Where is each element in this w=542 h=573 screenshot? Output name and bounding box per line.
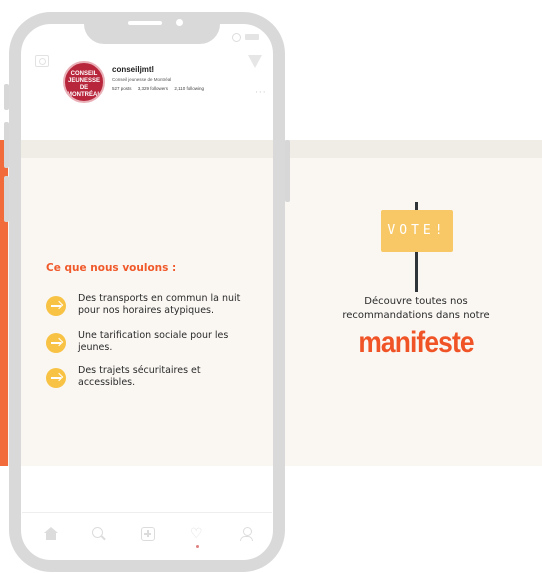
speaker-grille: [128, 21, 162, 25]
posts-count[interactable]: 527 posts: [112, 86, 132, 91]
front-camera: [176, 19, 183, 26]
phone-notch: [84, 12, 220, 44]
chevron-down-icon[interactable]: ⌄: [150, 66, 155, 73]
list-item: Des trajets sécuritaires et accessibles.: [46, 365, 258, 393]
notification-dot: [196, 545, 199, 548]
tab-bar-divider: [22, 512, 272, 513]
arrow-right-icon: [46, 296, 66, 316]
camera-icon[interactable]: [35, 55, 49, 67]
profile-stats: 527 posts 3,329 followers 2,110 followin…: [112, 86, 209, 91]
followers-count[interactable]: 3,329 followers: [138, 86, 168, 91]
list-item-text: Des transports en commun la nuit pour no…: [78, 293, 241, 316]
heart-icon[interactable]: ♡: [190, 527, 204, 541]
arrow-right-icon: [46, 368, 66, 388]
add-post-icon[interactable]: [141, 527, 155, 541]
profile-body: [240, 536, 253, 541]
vote-sign: VOTE!: [381, 210, 453, 252]
list-item: Une tarification sociale pour les jeunes…: [46, 330, 258, 358]
avatar-logo-text: CONSEIL JEUNESSE DE MONTRÉAL: [67, 71, 101, 98]
vote-sign-text: VOTE!: [387, 223, 447, 238]
username[interactable]: conseiljmtl: [112, 65, 154, 74]
section-title: Ce que nous voulons :: [46, 262, 177, 274]
home-base: [46, 533, 56, 540]
more-icon[interactable]: ···: [255, 88, 267, 98]
send-icon[interactable]: [248, 55, 262, 68]
profile-head: [243, 527, 252, 536]
battery-icon: [245, 34, 259, 40]
cta-text: Découvre toutes nos recommandations dans…: [342, 296, 490, 321]
home-icon[interactable]: [44, 527, 58, 541]
phone-button-power: [285, 140, 290, 202]
status-bar: [232, 33, 262, 42]
list-item-text: Des trajets sécuritaires et accessibles.: [78, 365, 201, 388]
list-item-text: Une tarification sociale pour les jeunes…: [78, 330, 229, 353]
manifeste-link[interactable]: manifeste: [337, 326, 495, 360]
search-handle: [101, 535, 106, 541]
list-item: Des transports en commun la nuit pour no…: [46, 293, 258, 321]
profile-bio: Conseil jeunesse de Montréal: [112, 77, 172, 82]
arrow-right-icon: [46, 333, 66, 353]
avatar[interactable]: CONSEIL JEUNESSE DE MONTRÉAL: [63, 61, 105, 103]
profile-icon[interactable]: [240, 527, 254, 541]
search-icon[interactable]: [92, 527, 106, 541]
following-count[interactable]: 2,110 following: [174, 86, 204, 91]
wifi-icon: [232, 33, 241, 42]
